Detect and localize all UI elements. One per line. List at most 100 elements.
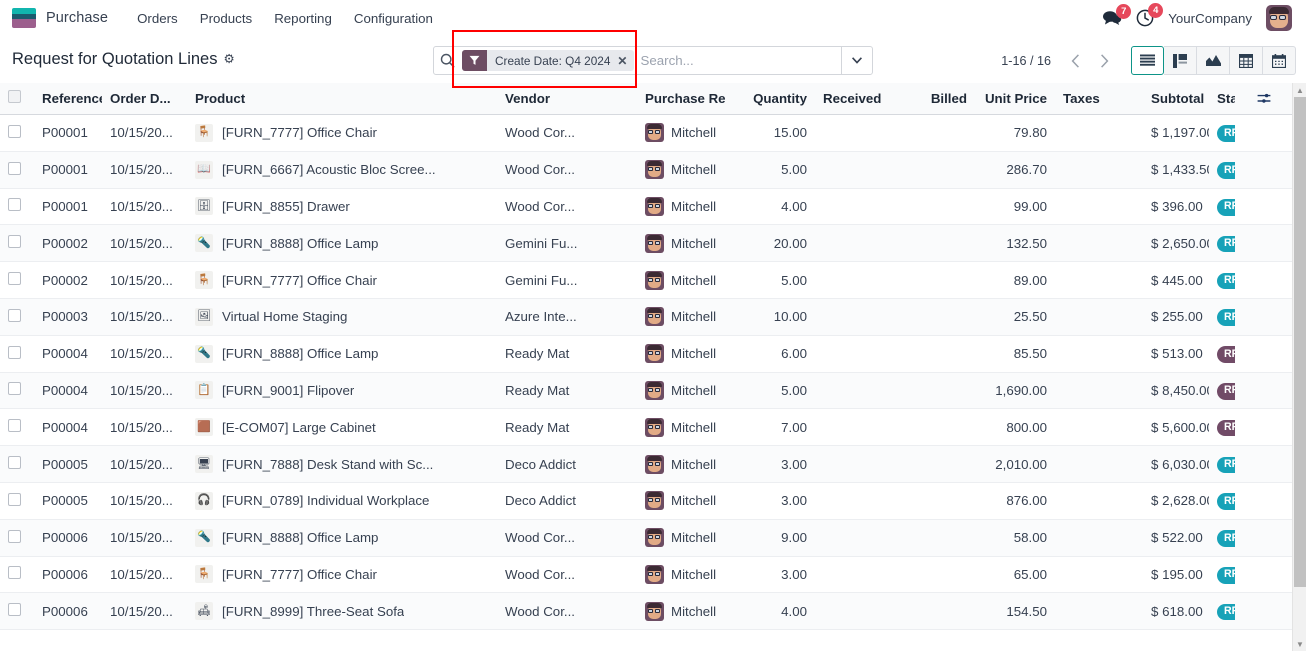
search-dropdown-toggle[interactable] xyxy=(841,47,872,74)
search-facet-remove-icon[interactable]: ✕ xyxy=(617,55,634,67)
column-header-billed[interactable]: Billed xyxy=(885,83,976,115)
scroll-up-icon[interactable]: ▲ xyxy=(1293,83,1306,97)
column-header-order-date[interactable]: Order D... xyxy=(102,83,187,115)
company-switcher[interactable]: YourCompany xyxy=(1168,11,1252,26)
cell-purchase-rep: Mitchell Ad... xyxy=(637,482,726,520)
row-select-cell[interactable] xyxy=(0,556,34,594)
row-checkbox[interactable] xyxy=(8,603,21,617)
row-checkbox[interactable] xyxy=(8,345,21,359)
user-avatar[interactable] xyxy=(1266,5,1292,31)
gear-icon[interactable]: ⚙ xyxy=(223,53,234,66)
search-icon xyxy=(434,53,460,68)
activities-button[interactable]: 4 xyxy=(1136,3,1164,27)
menu-products[interactable]: Products xyxy=(189,4,263,33)
row-checkbox[interactable] xyxy=(8,272,21,286)
row-select-cell[interactable] xyxy=(0,335,34,373)
row-select-cell[interactable] xyxy=(0,445,34,483)
optional-columns-icon[interactable] xyxy=(1243,92,1284,105)
row-select-cell[interactable] xyxy=(0,224,34,263)
table-row[interactable]: P00001 10/15/20... 📖 [FURN_6667] Acoustic B… xyxy=(0,151,1292,189)
table-row[interactable]: P00006 10/15/20... 🔦 [FURN_8888] Office Lam… xyxy=(0,519,1292,557)
column-header-taxes[interactable]: Taxes xyxy=(1055,83,1144,115)
cell-subtotal: $ 1,433.50 xyxy=(1143,151,1210,189)
cell-vendor: Wood Cor... xyxy=(497,151,638,189)
product-name: [FURN_7777] Office Chair xyxy=(222,566,377,582)
column-header-unit-price[interactable]: Unit Price xyxy=(975,83,1056,115)
scroll-down-icon[interactable]: ▼ xyxy=(1293,637,1306,651)
product-name: [E-COM07] Large Cabinet xyxy=(222,419,376,435)
column-header-vendor[interactable]: Vendor xyxy=(497,83,638,115)
breadcrumb: Request for Quotation Lines ⚙ xyxy=(12,50,235,69)
row-select-cell[interactable] xyxy=(0,372,34,410)
column-header-product[interactable]: Product xyxy=(187,83,498,115)
table-row[interactable]: P00001 10/15/20... 🗄 [FURN_8855] Drawer Wood… xyxy=(0,188,1292,226)
search-facet-create-date[interactable]: Create Date: Q4 2024 ✕ xyxy=(462,50,635,71)
row-checkbox[interactable] xyxy=(8,419,21,433)
row-checkbox[interactable] xyxy=(8,308,21,322)
app-brand[interactable]: Purchase xyxy=(8,8,112,28)
column-header-purchase-rep[interactable]: Purchase Repr... xyxy=(637,83,726,115)
table-row[interactable]: P00004 10/15/20... 🟫 [E-COM07] Large Cabine… xyxy=(0,408,1292,447)
column-header-status[interactable]: Status xyxy=(1209,83,1236,115)
cell-billed xyxy=(885,335,976,373)
row-select-cell[interactable] xyxy=(0,151,34,189)
row-select-cell[interactable] xyxy=(0,114,34,152)
product-thumbnail-icon: 🛋 xyxy=(195,602,213,621)
row-select-cell[interactable] xyxy=(0,592,34,631)
pager-previous-button[interactable] xyxy=(1061,46,1090,75)
table-row[interactable]: P00005 10/15/20... 🖥 [FURN_7888] Desk Stand… xyxy=(0,445,1292,483)
view-switch-kanban[interactable] xyxy=(1164,46,1197,75)
optional-columns-header[interactable] xyxy=(1235,83,1292,115)
vertical-scrollbar[interactable]: ▲ ▼ xyxy=(1292,83,1306,651)
search-input[interactable] xyxy=(634,53,841,68)
row-checkbox[interactable] xyxy=(8,124,21,138)
row-checkbox[interactable] xyxy=(8,382,21,396)
row-checkbox[interactable] xyxy=(8,161,21,175)
column-header-reference[interactable]: Reference xyxy=(34,83,102,115)
row-checkbox[interactable] xyxy=(8,492,21,506)
view-switch-calendar[interactable] xyxy=(1263,46,1296,75)
menu-configuration[interactable]: Configuration xyxy=(343,4,444,33)
cell-spacer xyxy=(1235,482,1292,520)
cell-product: 🔦 [FURN_8888] Office Lamp xyxy=(187,519,498,557)
table-row[interactable]: P00002 10/15/20... 🔦 [FURN_8888] Office Lam… xyxy=(0,224,1292,263)
row-select-cell[interactable] xyxy=(0,298,34,336)
cell-order-date: 10/15/20... xyxy=(102,592,187,631)
scrollbar-thumb[interactable] xyxy=(1294,97,1306,587)
row-checkbox[interactable] xyxy=(8,198,21,212)
menu-orders[interactable]: Orders xyxy=(126,4,189,33)
messages-button[interactable]: 7 xyxy=(1102,4,1132,26)
row-select-cell[interactable] xyxy=(0,482,34,520)
cell-billed xyxy=(885,188,976,226)
column-header-subtotal[interactable]: Subtotal xyxy=(1143,83,1210,115)
pager-next-button[interactable] xyxy=(1090,46,1119,75)
cell-received xyxy=(815,335,886,373)
row-select-cell[interactable] xyxy=(0,519,34,557)
table-row[interactable]: P00005 10/15/20... 🎧 [FURN_0789] Individual… xyxy=(0,482,1292,520)
row-select-cell[interactable] xyxy=(0,188,34,226)
menu-reporting[interactable]: Reporting xyxy=(263,4,343,33)
row-checkbox[interactable] xyxy=(8,529,21,543)
pager-counter[interactable]: 1-16 / 16 xyxy=(1001,54,1061,68)
column-header-quantity[interactable]: Quantity xyxy=(725,83,816,115)
view-switch-graph[interactable] xyxy=(1197,46,1230,75)
view-switch-list[interactable] xyxy=(1131,46,1164,75)
table-row[interactable]: P00004 10/15/20... 📋 [FURN_9001] Flipover Re… xyxy=(0,372,1292,410)
table-row[interactable]: P00003 10/15/20... 🖼 Virtual Home Staging Az… xyxy=(0,298,1292,336)
table-row[interactable]: P00006 10/15/20... 🪑 [FURN_7777] Office Cha… xyxy=(0,556,1292,594)
cell-reference: P00002 xyxy=(34,261,102,299)
table-row[interactable]: P00006 10/15/20... 🛋 [FURN_8999] Three-Seat… xyxy=(0,592,1292,631)
row-select-cell[interactable] xyxy=(0,408,34,447)
select-all-header[interactable] xyxy=(0,83,34,115)
row-checkbox[interactable] xyxy=(8,235,21,249)
view-switch-pivot[interactable] xyxy=(1230,46,1263,75)
table-row[interactable]: P00002 10/15/20... 🪑 [FURN_7777] Office Cha… xyxy=(0,261,1292,299)
column-header-received[interactable]: Received xyxy=(815,83,886,115)
cell-billed xyxy=(885,482,976,520)
table-row[interactable]: P00004 10/15/20... 🔦 [FURN_8888] Office Lam… xyxy=(0,335,1292,373)
row-checkbox[interactable] xyxy=(8,566,21,580)
table-row[interactable]: P00001 10/15/20... 🪑 [FURN_7777] Office Cha… xyxy=(0,114,1292,152)
row-checkbox[interactable] xyxy=(8,456,21,470)
row-select-cell[interactable] xyxy=(0,261,34,299)
select-all-checkbox[interactable] xyxy=(8,90,21,103)
